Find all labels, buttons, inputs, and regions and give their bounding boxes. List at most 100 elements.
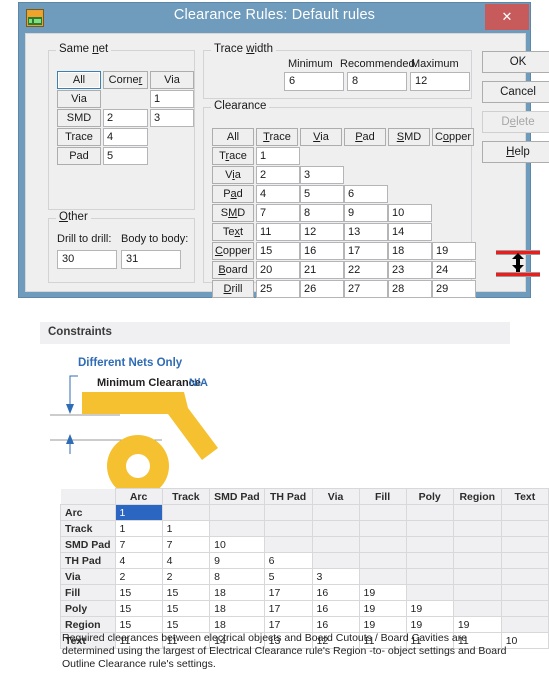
clearance-cell-text-trace[interactable]: 12 bbox=[300, 223, 344, 241]
clearance-cell-board-trace[interactable]: 21 bbox=[300, 261, 344, 279]
clearance-cell-copper-trace[interactable]: 16 bbox=[300, 242, 344, 260]
matrix-cell-6-3[interactable]: 17 bbox=[263, 600, 313, 617]
matrix-cell-7-2[interactable]: 18 bbox=[209, 616, 265, 633]
samenet-row-trace[interactable]: Trace bbox=[57, 128, 101, 146]
matrix-cell-6-6[interactable]: 19 bbox=[405, 600, 454, 617]
clearance-cell-smd-via[interactable]: 9 bbox=[344, 204, 388, 222]
matrix-cell-5-0[interactable]: 15 bbox=[114, 584, 163, 601]
matrix-cell-5-5[interactable]: 19 bbox=[358, 584, 407, 601]
row-header-poly[interactable]: Poly bbox=[60, 600, 116, 617]
col-header-text[interactable]: Text bbox=[500, 488, 549, 505]
clearance-cell-copper-via[interactable]: 17 bbox=[344, 242, 388, 260]
samenet-row-pad[interactable]: Pad bbox=[57, 147, 101, 165]
row-header-via[interactable]: Via bbox=[60, 568, 116, 585]
samenet-row-via[interactable]: Via bbox=[57, 90, 101, 108]
matrix-cell-4-1[interactable]: 2 bbox=[161, 568, 211, 585]
clearance-row-drill[interactable]: Drill bbox=[212, 280, 254, 298]
matrix-cell-7-1[interactable]: 15 bbox=[161, 616, 211, 633]
clearance-row-smd[interactable]: SMD bbox=[212, 204, 254, 222]
col-header-th-pad[interactable]: TH Pad bbox=[263, 488, 313, 505]
clearance-cell-via-trace[interactable]: 3 bbox=[300, 166, 344, 184]
matrix-cell-5-3[interactable]: 17 bbox=[263, 584, 313, 601]
matrix-cell-7-3[interactable]: 17 bbox=[263, 616, 313, 633]
cancel-button[interactable]: Cancel bbox=[482, 81, 549, 103]
row-header-track[interactable]: Track bbox=[60, 520, 116, 537]
matrix-cell-3-0[interactable]: 4 bbox=[114, 552, 163, 569]
matrix-cell-5-4[interactable]: 16 bbox=[311, 584, 360, 601]
clearance-row-copper[interactable]: Copper bbox=[212, 242, 254, 260]
matrix-cell-2-2[interactable]: 10 bbox=[209, 536, 265, 553]
body-to-body-input[interactable]: 31 bbox=[121, 250, 181, 269]
clearance-cell-pad-trace[interactable]: 5 bbox=[300, 185, 344, 203]
matrix-cell-7-0[interactable]: 15 bbox=[114, 616, 163, 633]
samenet-row-smd[interactable]: SMD bbox=[57, 109, 101, 127]
matrix-cell-2-1[interactable]: 7 bbox=[161, 536, 211, 553]
col-header-arc[interactable]: Arc bbox=[114, 488, 163, 505]
clearance-cell-board-via[interactable]: 22 bbox=[344, 261, 388, 279]
samenet-cell-via-via[interactable]: 1 bbox=[150, 90, 194, 108]
row-header-fill[interactable]: Fill bbox=[60, 584, 116, 601]
row-header-th-pad[interactable]: TH Pad bbox=[60, 552, 116, 569]
clearance-cell-drill-trace[interactable]: 26 bbox=[300, 280, 344, 298]
trace-max-input[interactable]: 12 bbox=[410, 72, 470, 91]
col-header-fill[interactable]: Fill bbox=[358, 488, 407, 505]
clearance-cell-copper-all[interactable]: 15 bbox=[256, 242, 300, 260]
samenet-header-via[interactable]: Via bbox=[150, 71, 194, 89]
matrix-cell-5-2[interactable]: 18 bbox=[209, 584, 265, 601]
clearance-cell-board-pad[interactable]: 23 bbox=[388, 261, 432, 279]
samenet-cell-pad-corner[interactable]: 5 bbox=[103, 147, 148, 165]
clearance-cell-pad-via[interactable]: 6 bbox=[344, 185, 388, 203]
col-header-track[interactable]: Track bbox=[161, 488, 211, 505]
clearance-cell-smd-trace[interactable]: 8 bbox=[300, 204, 344, 222]
matrix-cell-3-1[interactable]: 4 bbox=[161, 552, 211, 569]
matrix-cell-3-2[interactable]: 9 bbox=[209, 552, 265, 569]
clearance-cell-board-all[interactable]: 20 bbox=[256, 261, 300, 279]
clearance-cell-copper-pad[interactable]: 18 bbox=[388, 242, 432, 260]
matrix-cell-4-3[interactable]: 5 bbox=[263, 568, 313, 585]
ok-button[interactable]: OK bbox=[482, 51, 549, 73]
matrix-cell-4-4[interactable]: 3 bbox=[311, 568, 360, 585]
clearance-row-board[interactable]: Board bbox=[212, 261, 254, 279]
matrix-cell-4-2[interactable]: 8 bbox=[209, 568, 265, 585]
col-header-via[interactable]: Via bbox=[311, 488, 360, 505]
clearance-cell-via-all[interactable]: 2 bbox=[256, 166, 300, 184]
matrix-cell-2-0[interactable]: 7 bbox=[114, 536, 163, 553]
col-header-poly[interactable]: Poly bbox=[405, 488, 454, 505]
clearance-row-text[interactable]: Text bbox=[212, 223, 254, 241]
trace-rec-input[interactable]: 8 bbox=[347, 72, 407, 91]
matrix-cell-5-1[interactable]: 15 bbox=[161, 584, 211, 601]
clearance-cell-board-smd[interactable]: 24 bbox=[432, 261, 476, 279]
matrix-cell-7-6[interactable]: 19 bbox=[405, 616, 454, 633]
matrix-cell-0-0[interactable]: 1 bbox=[114, 504, 163, 521]
trace-min-input[interactable]: 6 bbox=[284, 72, 344, 91]
clearance-header-via[interactable]: Via bbox=[300, 128, 342, 146]
col-header-smd-pad[interactable]: SMD Pad bbox=[209, 488, 265, 505]
drill-to-drill-input[interactable]: 30 bbox=[57, 250, 117, 269]
clearance-row-pad[interactable]: Pad bbox=[212, 185, 254, 203]
samenet-cell-smd-corner[interactable]: 2 bbox=[103, 109, 148, 127]
clearance-cell-text-all[interactable]: 11 bbox=[256, 223, 300, 241]
samenet-cell-trace-corner[interactable]: 4 bbox=[103, 128, 148, 146]
samenet-cell-smd-via[interactable]: 3 bbox=[150, 109, 194, 127]
clearance-cell-copper-smd[interactable]: 19 bbox=[432, 242, 476, 260]
clearance-cell-drill-smd[interactable]: 29 bbox=[432, 280, 476, 298]
clearance-cell-smd-all[interactable]: 7 bbox=[256, 204, 300, 222]
close-icon[interactable]: ✕ bbox=[485, 4, 529, 30]
help-button[interactable]: Help bbox=[482, 141, 549, 163]
clearance-header-smd[interactable]: SMD bbox=[388, 128, 430, 146]
clearance-cell-text-pad[interactable]: 14 bbox=[388, 223, 432, 241]
matrix-cell-6-0[interactable]: 15 bbox=[114, 600, 163, 617]
matrix-cell-6-2[interactable]: 18 bbox=[209, 600, 265, 617]
row-header-region[interactable]: Region bbox=[60, 616, 116, 633]
clearance-header-all[interactable]: All bbox=[212, 128, 254, 146]
row-header-smd-pad[interactable]: SMD Pad bbox=[60, 536, 116, 553]
clearance-cell-text-via[interactable]: 13 bbox=[344, 223, 388, 241]
matrix-cell-1-1[interactable]: 1 bbox=[161, 520, 211, 537]
samenet-header-all[interactable]: All bbox=[57, 71, 101, 89]
matrix-cell-1-0[interactable]: 1 bbox=[114, 520, 163, 537]
matrix-cell-7-5[interactable]: 19 bbox=[358, 616, 407, 633]
matrix-cell-4-0[interactable]: 2 bbox=[114, 568, 163, 585]
matrix-cell-7-4[interactable]: 16 bbox=[311, 616, 360, 633]
clearance-header-pad[interactable]: Pad bbox=[344, 128, 386, 146]
clearance-row-trace[interactable]: Trace bbox=[212, 147, 254, 165]
